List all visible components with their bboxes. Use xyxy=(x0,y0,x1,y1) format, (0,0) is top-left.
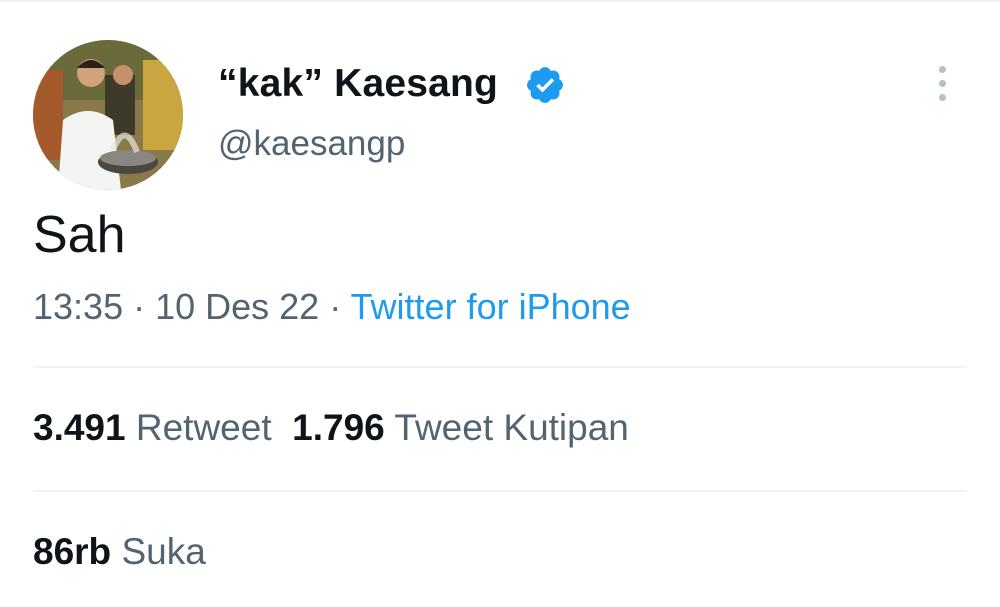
verified-badge-icon xyxy=(527,67,563,103)
meta-separator: · xyxy=(319,286,351,327)
user-handle[interactable]: @kaesangp xyxy=(218,124,405,164)
tweet-text: Sah xyxy=(33,206,126,264)
more-vertical-icon[interactable] xyxy=(925,64,961,104)
quote-tweets-stat[interactable]: 1.796 Tweet Kutipan xyxy=(292,407,629,448)
divider xyxy=(33,366,967,368)
avatar-photo xyxy=(33,40,183,190)
quote-tweets-count: 1.796 xyxy=(292,407,385,448)
retweets-stat[interactable]: 3.491 Retweet xyxy=(33,407,272,448)
quote-tweets-label: Tweet Kutipan xyxy=(394,407,629,448)
top-border xyxy=(0,0,1000,2)
display-name[interactable]: “kak” Kaesang xyxy=(218,62,498,106)
tweet-time[interactable]: 13:35 xyxy=(33,286,123,327)
tweet-meta: 13:35 · 10 Des 22 · Twitter for iPhone xyxy=(33,286,631,328)
tweet-stats: 3.491 Retweet 1.796 Tweet Kutipan xyxy=(33,407,629,449)
likes-count: 86rb xyxy=(33,531,112,572)
likes-label: Suka xyxy=(121,531,206,572)
meta-separator: · xyxy=(123,286,156,327)
retweets-count: 3.491 xyxy=(33,407,126,448)
retweets-label: Retweet xyxy=(135,407,272,448)
tweet-date[interactable]: 10 Des 22 xyxy=(155,286,319,327)
likes-stat[interactable]: 86rb Suka xyxy=(33,531,206,573)
avatar[interactable] xyxy=(33,40,183,190)
divider xyxy=(33,490,967,492)
tweet-source-link[interactable]: Twitter for iPhone xyxy=(351,286,631,327)
